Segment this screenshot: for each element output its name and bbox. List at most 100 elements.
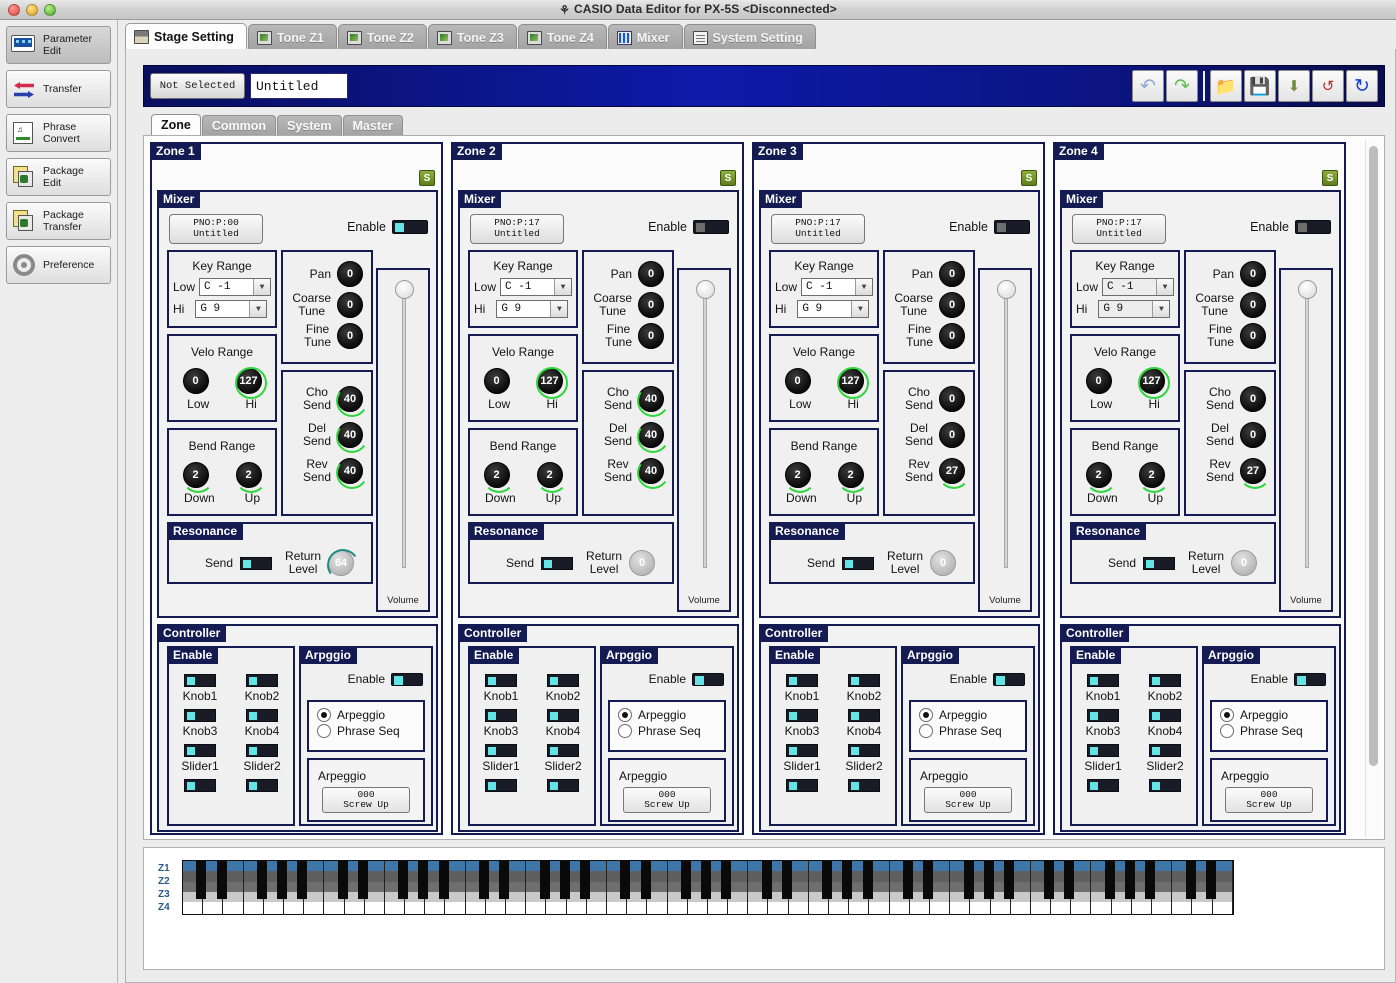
- cho-send-knob[interactable]: 0: [1240, 386, 1266, 412]
- slider1-toggle[interactable]: [485, 744, 517, 757]
- volume-track[interactable]: [703, 288, 707, 568]
- fine-tune-knob[interactable]: 0: [638, 323, 664, 349]
- volume-handle[interactable]: [696, 280, 715, 299]
- sidebar-item-parameter-edit[interactable]: Parameter Edit: [6, 26, 111, 64]
- sidebar-item-package-edit[interactable]: Package Edit: [6, 158, 111, 196]
- slider2-toggle[interactable]: [547, 744, 579, 757]
- fine-tune-knob[interactable]: 0: [939, 323, 965, 349]
- keyboard-black-key[interactable]: [398, 861, 408, 899]
- zone-solo-button[interactable]: S: [1322, 170, 1338, 186]
- velo-low-knob[interactable]: 0: [484, 368, 510, 394]
- tab-stage-setting[interactable]: Stage Setting: [125, 23, 247, 50]
- return-level-knob[interactable]: 0: [930, 550, 956, 576]
- arp-mode-phrase-radio[interactable]: [919, 724, 933, 738]
- del-send-knob[interactable]: 40: [337, 422, 363, 448]
- tab-tone-z3[interactable]: Tone Z3: [428, 24, 517, 50]
- zone-solo-button[interactable]: S: [1021, 170, 1037, 186]
- subtab-system[interactable]: System: [277, 115, 341, 135]
- keyboard-black-key[interactable]: [499, 861, 509, 899]
- extra1-toggle[interactable]: [786, 779, 818, 792]
- coarse-tune-knob[interactable]: 0: [1240, 292, 1266, 318]
- keyboard-black-key[interactable]: [863, 861, 873, 899]
- arp-select-button[interactable]: 000 Screw Up: [322, 787, 410, 813]
- knob1-toggle[interactable]: [786, 674, 818, 687]
- arp-mode-arpeggio-radio[interactable]: [1220, 708, 1234, 722]
- open-button[interactable]: 📁: [1210, 70, 1242, 102]
- bend-up-knob[interactable]: 2: [1139, 462, 1165, 488]
- keyboard-black-key[interactable]: [923, 861, 933, 899]
- keyboard-key[interactable]: [244, 861, 264, 914]
- arp-enable-toggle[interactable]: [692, 673, 724, 686]
- tone-select-button[interactable]: PNO:P:00 Untitled: [169, 214, 263, 244]
- keyboard-black-key[interactable]: [1105, 861, 1115, 899]
- key-hi-select[interactable]: G 9▼: [797, 300, 869, 318]
- return-level-knob[interactable]: 64: [328, 550, 354, 576]
- pan-knob[interactable]: 0: [939, 261, 965, 287]
- bend-up-knob[interactable]: 2: [236, 462, 262, 488]
- extra2-toggle[interactable]: [1149, 779, 1181, 792]
- keyboard-key[interactable]: [950, 861, 970, 914]
- volume-handle[interactable]: [395, 280, 414, 299]
- mixer-enable-toggle[interactable]: [1295, 220, 1331, 234]
- keyboard-key[interactable]: [526, 861, 546, 914]
- extra2-toggle[interactable]: [547, 779, 579, 792]
- velo-low-knob[interactable]: 0: [183, 368, 209, 394]
- pan-knob[interactable]: 0: [337, 261, 363, 287]
- knob4-toggle[interactable]: [1149, 709, 1181, 722]
- arp-select-button[interactable]: 000 Screw Up: [623, 787, 711, 813]
- key-hi-select[interactable]: G 9▼: [496, 300, 568, 318]
- return-level-knob[interactable]: 0: [1231, 550, 1257, 576]
- resonance-send-toggle[interactable]: [541, 557, 573, 570]
- keyboard-black-key[interactable]: [1004, 861, 1014, 899]
- volume-handle[interactable]: [1298, 280, 1317, 299]
- slider2-toggle[interactable]: [1149, 744, 1181, 757]
- tab-mixer[interactable]: Mixer: [608, 24, 683, 50]
- coarse-tune-knob[interactable]: 0: [939, 292, 965, 318]
- knob4-toggle[interactable]: [246, 709, 278, 722]
- knob3-toggle[interactable]: [184, 709, 216, 722]
- slider2-toggle[interactable]: [246, 744, 278, 757]
- refresh-button[interactable]: ↻: [1346, 70, 1378, 102]
- key-low-select[interactable]: C -1▼: [500, 278, 572, 296]
- keyboard-black-key[interactable]: [620, 861, 630, 899]
- key-hi-select[interactable]: G 9▼: [1098, 300, 1170, 318]
- sidebar-item-preference[interactable]: Preference: [6, 246, 111, 284]
- keyboard-key[interactable]: [385, 861, 405, 914]
- coarse-tune-knob[interactable]: 0: [638, 292, 664, 318]
- save-button[interactable]: 💾: [1244, 70, 1276, 102]
- mixer-enable-toggle[interactable]: [392, 220, 428, 234]
- del-send-knob[interactable]: 0: [939, 422, 965, 448]
- volume-track[interactable]: [1305, 288, 1309, 568]
- knob4-toggle[interactable]: [848, 709, 880, 722]
- subtab-master[interactable]: Master: [343, 115, 403, 135]
- knob2-toggle[interactable]: [246, 674, 278, 687]
- slider1-toggle[interactable]: [1087, 744, 1119, 757]
- resonance-send-toggle[interactable]: [1143, 557, 1175, 570]
- velo-hi-knob[interactable]: 127: [236, 368, 262, 394]
- rev-send-knob[interactable]: 40: [337, 458, 363, 484]
- keyboard-black-key[interactable]: [560, 861, 570, 899]
- keyboard-black-key[interactable]: [479, 861, 489, 899]
- zones-vertical-scrollbar[interactable]: [1365, 140, 1380, 837]
- tab-system-setting[interactable]: System Setting: [684, 24, 816, 50]
- sidebar-item-package-transfer[interactable]: Package Transfer: [6, 202, 111, 240]
- pan-knob[interactable]: 0: [1240, 261, 1266, 287]
- fine-tune-knob[interactable]: 0: [337, 323, 363, 349]
- knob4-toggle[interactable]: [547, 709, 579, 722]
- write-device-button[interactable]: ⬇: [1278, 70, 1310, 102]
- keyboard-black-key[interactable]: [822, 861, 832, 899]
- velo-hi-knob[interactable]: 127: [1139, 368, 1165, 394]
- tab-tone-z2[interactable]: Tone Z2: [338, 24, 427, 50]
- knob3-toggle[interactable]: [786, 709, 818, 722]
- cho-send-knob[interactable]: 0: [939, 386, 965, 412]
- keyboard-key[interactable]: [809, 861, 829, 914]
- subtab-zone[interactable]: Zone: [151, 114, 201, 135]
- undo-button[interactable]: ↶: [1132, 70, 1164, 102]
- rev-send-knob[interactable]: 27: [1240, 458, 1266, 484]
- keyboard-key[interactable]: [324, 861, 344, 914]
- keyboard-key[interactable]: [890, 861, 910, 914]
- cho-send-knob[interactable]: 40: [638, 386, 664, 412]
- resonance-send-toggle[interactable]: [240, 557, 272, 570]
- slider1-toggle[interactable]: [786, 744, 818, 757]
- extra2-toggle[interactable]: [246, 779, 278, 792]
